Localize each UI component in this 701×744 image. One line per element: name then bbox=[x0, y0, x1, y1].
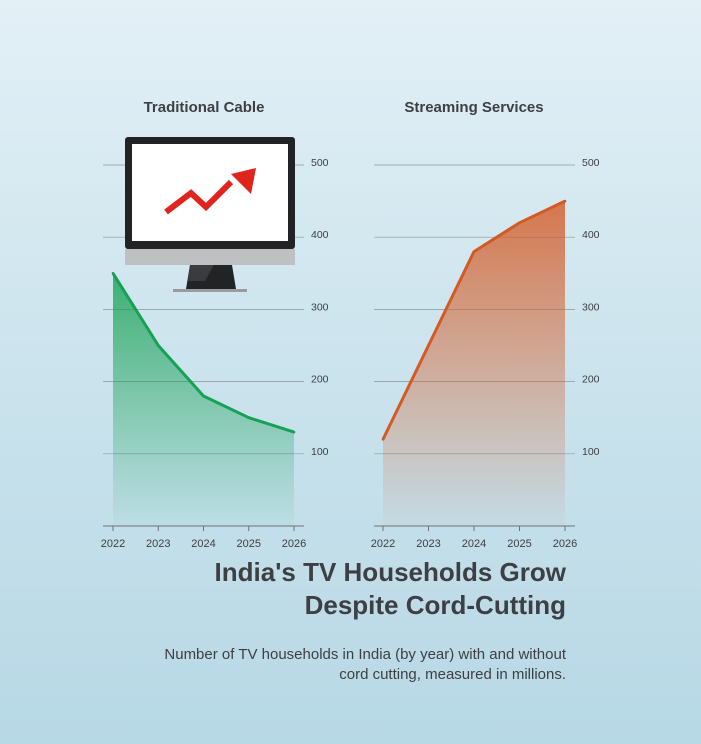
streaming-y-tick-400: 400 bbox=[582, 229, 600, 241]
streaming-y-tick-100: 100 bbox=[582, 446, 600, 458]
streaming-point-2026 bbox=[563, 199, 567, 203]
cable-point-2026 bbox=[292, 430, 296, 434]
cable-panel-title: Traditional Cable bbox=[144, 99, 265, 116]
cable-x-tick-2023: 2023 bbox=[146, 538, 170, 550]
cable-point-2022 bbox=[111, 272, 115, 275]
cable-x-tick-2022: 2022 bbox=[101, 538, 125, 550]
streaming-x-tick-2026: 2026 bbox=[553, 538, 577, 550]
chart-title: India's TV Households Grow Despite Cord-… bbox=[215, 556, 566, 622]
cable-x-tick-2026: 2026 bbox=[282, 538, 306, 550]
cable-area bbox=[113, 273, 294, 526]
streaming-chart-panel: 100 200 300 400 500 2022 2023 2024 2025 2026 Stre… bbox=[371, 99, 600, 550]
streaming-x-tick-2023: 2023 bbox=[416, 538, 440, 550]
cable-y-tick-300: 300 bbox=[311, 301, 329, 313]
streaming-point-2025 bbox=[518, 221, 521, 225]
cable-point-2025 bbox=[247, 416, 251, 420]
streaming-y-tick-300: 300 bbox=[582, 301, 600, 313]
streaming-y-tick-500: 500 bbox=[582, 157, 600, 169]
streaming-x-tick-2024: 2024 bbox=[462, 538, 486, 550]
monitor-with-rising-arrow-icon bbox=[125, 137, 295, 292]
cable-point-2023 bbox=[156, 344, 160, 347]
streaming-y-tick-200: 200 bbox=[582, 374, 600, 386]
charts-canvas: 100 200 300 400 500 2022 2023 2024 2025 2026 Trad… bbox=[101, 99, 600, 550]
streaming-point-2022 bbox=[381, 438, 385, 441]
cable-point-2024 bbox=[202, 394, 205, 398]
streaming-point-2023 bbox=[427, 344, 430, 347]
streaming-x-tick-2025: 2025 bbox=[507, 538, 531, 550]
cable-x-tick-2025: 2025 bbox=[237, 538, 261, 550]
cable-y-tick-200: 200 bbox=[311, 374, 329, 386]
cable-y-tick-500: 500 bbox=[311, 157, 329, 169]
streaming-x-tick-2022: 2022 bbox=[371, 538, 395, 550]
chart-title-line-2: Despite Cord-Cutting bbox=[304, 590, 566, 620]
chart-title-line-1: India's TV Households Grow bbox=[214, 557, 566, 587]
streaming-point-2024 bbox=[472, 250, 476, 253]
streaming-panel-title: Streaming Services bbox=[404, 99, 543, 116]
cable-y-tick-400: 400 bbox=[311, 229, 329, 241]
cable-y-tick-100: 100 bbox=[311, 446, 329, 458]
chart-subtitle: Number of TV households in India (by yea… bbox=[164, 646, 566, 683]
cable-x-tick-2024: 2024 bbox=[191, 538, 215, 550]
